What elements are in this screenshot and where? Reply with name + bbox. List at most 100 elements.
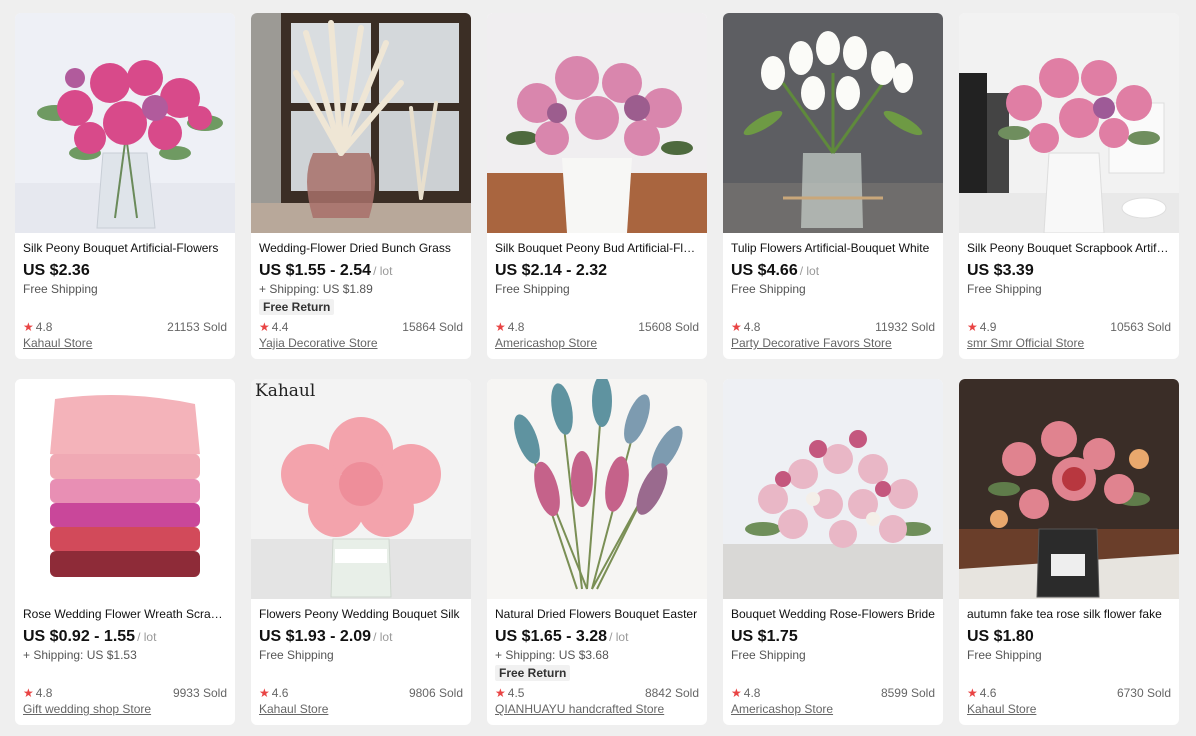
product-image[interactable]: [959, 379, 1179, 599]
rating-row: ★ 4.5 8842 Sold: [495, 685, 699, 701]
product-image[interactable]: [251, 13, 471, 233]
rating-value: 4.8: [743, 320, 761, 334]
rating-value: 4.5: [507, 686, 525, 700]
product-image[interactable]: [487, 379, 707, 599]
rating-row: ★ 4.8 9933 Sold: [23, 685, 227, 701]
sold-count: 6730 Sold: [1116, 686, 1171, 700]
product-price: US $2.36: [23, 262, 90, 279]
product-price: US $0.92 - 1.55: [23, 628, 136, 645]
product-price: US $1.80: [967, 628, 1034, 645]
rating-value: 4.6: [979, 686, 997, 700]
store-link[interactable]: Yajia Decorative Store: [259, 335, 463, 351]
product-image[interactable]: Kahaul: [251, 379, 471, 599]
product-card[interactable]: Natural Dried Flowers Bouquet Easter US …: [487, 379, 707, 725]
rating-row: ★ 4.8 15608 Sold: [495, 319, 699, 335]
star-icon: ★: [495, 686, 506, 700]
shipping-info: Free Shipping: [967, 282, 1042, 296]
star-icon: ★: [731, 686, 742, 700]
price-unit: / lot: [609, 630, 629, 644]
product-card[interactable]: Bouquet Wedding Rose-Flowers Bride US $1…: [723, 379, 943, 725]
sold-count: 8599 Sold: [880, 686, 935, 700]
product-price: US $4.66: [731, 262, 798, 279]
rating-row: ★ 4.8 11932 Sold: [731, 319, 935, 335]
product-card[interactable]: Tulip Flowers Artificial-Bouquet White U…: [723, 13, 943, 359]
price-unit: / lot: [799, 264, 820, 278]
star-icon: ★: [259, 320, 270, 334]
product-card[interactable]: Silk Peony Bouquet Artificial-Flowers US…: [15, 13, 235, 359]
product-card[interactable]: Kahaul Flowers Peony Wedding Bouquet Sil…: [251, 379, 471, 725]
product-card[interactable]: Wedding-Flower Dried Bunch Grass US $1.5…: [251, 13, 471, 359]
product-title[interactable]: Tulip Flowers Artificial-Bouquet White: [731, 241, 935, 255]
rating-row: ★ 4.6 6730 Sold: [967, 685, 1171, 701]
shipping-info: Free Shipping: [731, 282, 806, 296]
product-image[interactable]: [15, 379, 235, 599]
star-icon: ★: [967, 686, 978, 700]
product-card[interactable]: Rose Wedding Flower Wreath Scrapbook US …: [15, 379, 235, 725]
store-link[interactable]: Party Decorative Favors Store: [731, 335, 935, 351]
rating-row: ★ 4.9 10563 Sold: [967, 319, 1171, 335]
product-title[interactable]: autumn fake tea rose silk flower fake: [967, 607, 1171, 621]
rating-value: 4.8: [35, 320, 53, 334]
sold-count: 10563 Sold: [1110, 320, 1171, 334]
product-image[interactable]: [723, 379, 943, 599]
price-unit: / lot: [373, 630, 393, 644]
rating-value: 4.8: [743, 686, 761, 700]
product-card[interactable]: Silk Bouquet Peony Bud Artificial-Flower…: [487, 13, 707, 359]
star-icon: ★: [23, 686, 34, 700]
sold-count: 21153 Sold: [167, 320, 227, 334]
product-price: US $1.93 - 2.09: [259, 628, 372, 645]
product-title[interactable]: Natural Dried Flowers Bouquet Easter: [495, 607, 699, 621]
rating-value: 4.4: [271, 320, 289, 334]
free-return-badge: Free Return: [259, 299, 335, 315]
sold-count: 9806 Sold: [408, 686, 463, 700]
star-icon: ★: [967, 320, 978, 334]
free-return-badge: Free Return: [495, 665, 571, 681]
shipping-info: Free Shipping: [23, 282, 98, 296]
rating-value: 4.9: [979, 320, 997, 334]
rating-row: ★ 4.4 15864 Sold: [259, 319, 463, 335]
product-grid: Silk Peony Bouquet Artificial-Flowers US…: [0, 0, 1196, 736]
rating-value: 4.8: [507, 320, 525, 334]
rating-row: ★ 4.8 21153 Sold: [23, 319, 227, 335]
shipping-info: + Shipping: US $1.53: [23, 648, 137, 662]
product-price: US $1.65 - 3.28: [495, 628, 608, 645]
product-price: US $3.39: [967, 262, 1034, 279]
product-card[interactable]: autumn fake tea rose silk flower fake US…: [959, 379, 1179, 725]
product-price: US $1.55 - 2.54: [259, 262, 372, 279]
product-image[interactable]: [487, 13, 707, 233]
product-image[interactable]: [15, 13, 235, 233]
product-price: US $2.14 - 2.32: [495, 262, 608, 279]
store-link[interactable]: Kahaul Store: [23, 335, 227, 351]
rating-row: ★ 4.6 9806 Sold: [259, 685, 463, 701]
store-link[interactable]: QIANHUAYU handcrafted Store: [495, 701, 699, 717]
star-icon: ★: [731, 320, 742, 334]
price-unit: / lot: [137, 630, 157, 644]
product-title[interactable]: Flowers Peony Wedding Bouquet Silk: [259, 607, 463, 621]
store-link[interactable]: Americashop Store: [495, 335, 699, 351]
sold-count: 9933 Sold: [172, 686, 227, 700]
store-link[interactable]: smr Smr Official Store: [967, 335, 1171, 351]
product-title[interactable]: Silk Bouquet Peony Bud Artificial-Flower…: [495, 241, 699, 255]
product-title[interactable]: Wedding-Flower Dried Bunch Grass: [259, 241, 463, 255]
star-icon: ★: [495, 320, 506, 334]
sold-count: 11932 Sold: [875, 320, 935, 334]
product-price: US $1.75: [731, 628, 798, 645]
sold-count: 8842 Sold: [644, 686, 699, 700]
store-link[interactable]: Gift wedding shop Store: [23, 701, 227, 717]
store-link[interactable]: Kahaul Store: [259, 701, 463, 717]
store-link[interactable]: Kahaul Store: [967, 701, 1171, 717]
store-link[interactable]: Americashop Store: [731, 701, 935, 717]
product-title[interactable]: Bouquet Wedding Rose-Flowers Bride: [731, 607, 935, 621]
product-image[interactable]: [959, 13, 1179, 233]
product-title[interactable]: Silk Peony Bouquet Scrapbook Artificial: [967, 241, 1171, 255]
sold-count: 15608 Sold: [638, 320, 699, 334]
brand-watermark: Kahaul: [255, 381, 316, 401]
product-card[interactable]: Silk Peony Bouquet Scrapbook Artificial …: [959, 13, 1179, 359]
star-icon: ★: [259, 686, 270, 700]
product-title[interactable]: Rose Wedding Flower Wreath Scrapbook: [23, 607, 227, 621]
product-image[interactable]: [723, 13, 943, 233]
price-unit: / lot: [373, 264, 393, 278]
product-title[interactable]: Silk Peony Bouquet Artificial-Flowers: [23, 241, 227, 255]
shipping-info: Free Shipping: [731, 648, 806, 662]
shipping-info: Free Shipping: [495, 282, 570, 296]
